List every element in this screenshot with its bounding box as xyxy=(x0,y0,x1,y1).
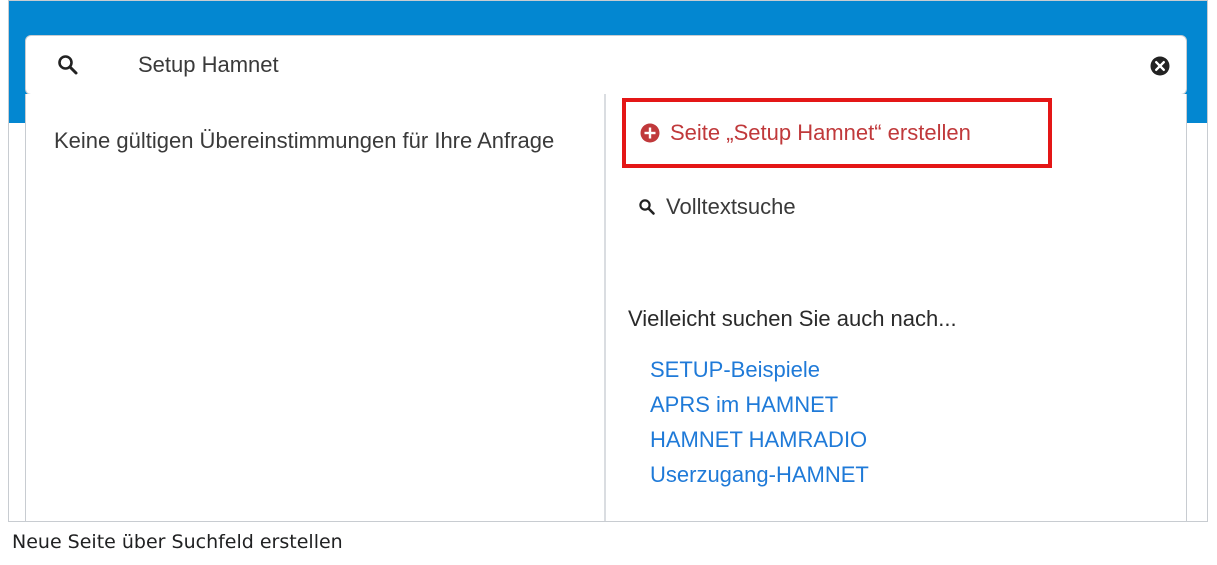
suggestions-list: SETUP-Beispiele APRS im HAMNET HAMNET HA… xyxy=(650,352,869,492)
search-input[interactable] xyxy=(138,46,1118,84)
clear-icon[interactable] xyxy=(1150,56,1170,76)
search-box[interactable] xyxy=(25,35,1187,95)
screenshot-frame: Keine gültigen Übereinstimmungen für Ihr… xyxy=(8,0,1208,522)
search-icon xyxy=(56,53,80,77)
create-page-label: Seite „Setup Hamnet“ erstellen xyxy=(670,120,971,145)
fulltext-search-link[interactable]: Volltextsuche xyxy=(638,194,796,220)
create-page-link[interactable]: Seite „Setup Hamnet“ erstellen xyxy=(622,98,1052,168)
suggestions-heading: Vielleicht suchen Sie auch nach... xyxy=(628,306,957,331)
plus-circle-icon xyxy=(640,123,660,143)
image-caption: Neue Seite über Suchfeld erstellen xyxy=(12,531,343,553)
fulltext-search-icon xyxy=(638,198,656,216)
suggestion-link[interactable]: HAMNET HAMRADIO xyxy=(650,422,869,457)
no-results-message: Keine gültigen Übereinstimmungen für Ihr… xyxy=(54,128,555,153)
suggestion-link[interactable]: SETUP-Beispiele xyxy=(650,352,869,387)
results-pane: Keine gültigen Übereinstimmungen für Ihr… xyxy=(26,94,606,521)
actions-pane: Seite „Setup Hamnet“ erstellen Volltexts… xyxy=(608,94,1186,521)
search-suggestions-dropdown: Keine gültigen Übereinstimmungen für Ihr… xyxy=(25,94,1187,521)
fulltext-search-label: Volltextsuche xyxy=(666,194,796,219)
suggestion-link[interactable]: Userzugang-HAMNET xyxy=(650,457,869,492)
suggestion-link[interactable]: APRS im HAMNET xyxy=(650,387,869,422)
